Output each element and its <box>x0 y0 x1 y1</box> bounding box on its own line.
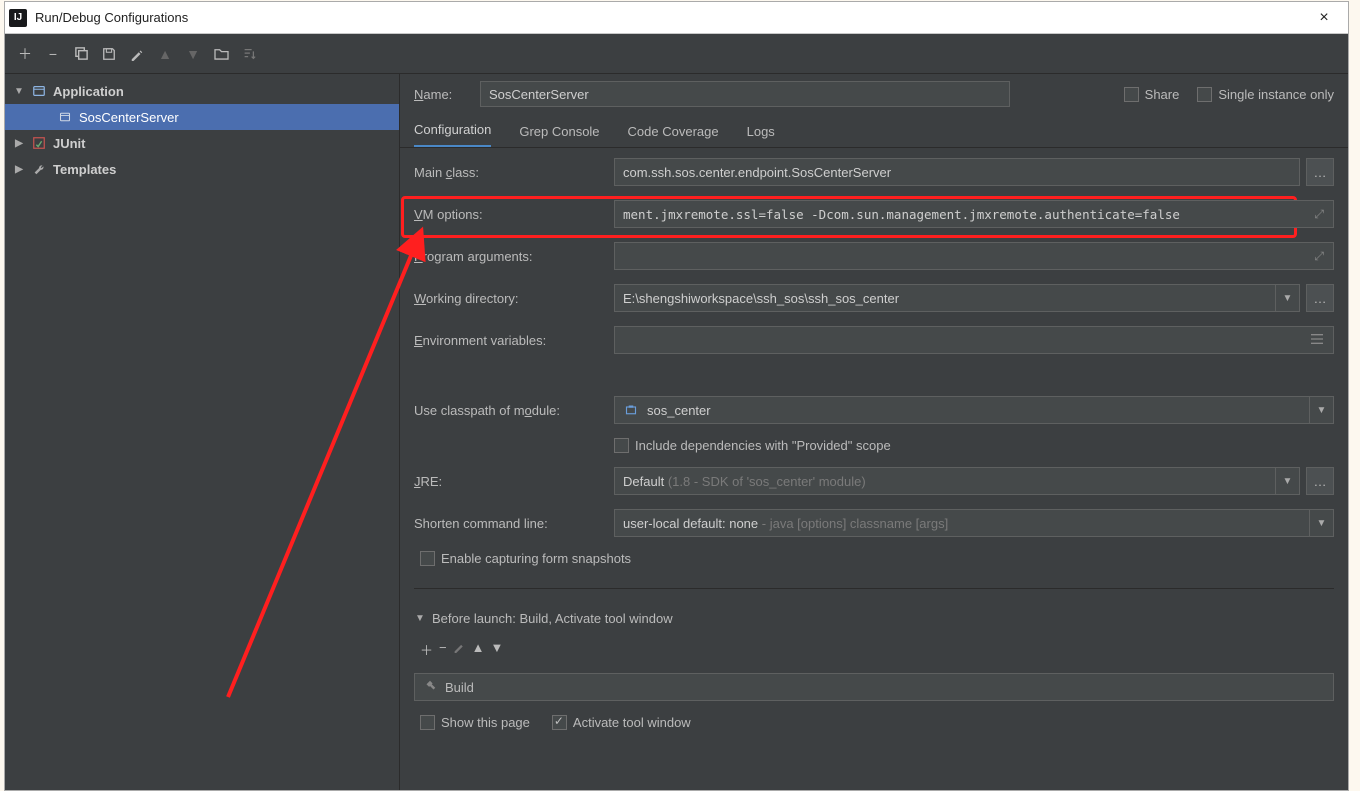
config-tree: ▼ Application SosCenterServer ▶ <box>5 74 400 790</box>
vm-options-row: VM options: ⤢ <box>414 200 1334 228</box>
divider <box>414 588 1334 589</box>
close-button[interactable]: × <box>1304 4 1344 32</box>
name-input[interactable] <box>480 81 1010 107</box>
move-up-button[interactable]: ▲ <box>153 42 177 66</box>
name-row: Name: Share Single instance only <box>400 74 1348 114</box>
name-label: Name: <box>414 87 468 102</box>
enable-snapshots-checkbox[interactable]: Enable capturing form snapshots <box>420 551 631 566</box>
classpath-module-label: Use classpath of module: <box>414 403 604 418</box>
configuration-form: Main class: … VM options: ⤢ <box>400 148 1348 740</box>
tree-label: Application <box>53 84 124 99</box>
dialog-window: IJ Run/Debug Configurations × ＋ − ▲ ▼ <box>5 2 1348 790</box>
enable-snapshots-row: Enable capturing form snapshots <box>414 551 1334 566</box>
main-class-row: Main class: … <box>414 158 1334 186</box>
application-type-icon <box>31 83 47 99</box>
right-panel: Name: Share Single instance only Configu… <box>400 74 1348 790</box>
hammer-icon <box>423 679 437 696</box>
dialog-content: ＋ − ▲ ▼ ▼ <box>5 34 1348 790</box>
bl-checkbox-row: Show this page Activate tool window <box>414 715 1334 730</box>
vm-options-label: VM options: <box>414 207 604 222</box>
working-directory-label: Working directory: <box>414 291 604 306</box>
tree-node-soscenterserver[interactable]: SosCenterServer <box>5 104 399 130</box>
jre-label: JRE: <box>414 474 604 489</box>
program-arguments-label: Program arguments: <box>414 249 604 264</box>
chevron-down-icon: ▼ <box>1275 468 1299 494</box>
titlebar-title: Run/Debug Configurations <box>35 10 1304 25</box>
share-checkbox[interactable]: Share <box>1124 87 1180 102</box>
working-directory-input[interactable]: E:\shengshiworkspace\ssh_sos\ssh_sos_cen… <box>614 284 1300 312</box>
include-provided-checkbox[interactable]: Include dependencies with "Provided" sco… <box>614 438 891 453</box>
tree-node-templates[interactable]: ▶ Templates <box>5 156 399 182</box>
environment-variables-label: Environment variables: <box>414 333 604 348</box>
bl-remove-button[interactable]: − <box>439 640 447 659</box>
tree-node-junit[interactable]: ▶ JUnit <box>5 130 399 156</box>
browse-jre-button[interactable]: … <box>1306 467 1334 495</box>
remove-config-button[interactable]: − <box>41 42 65 66</box>
before-launch-toolbar: ＋ − ▲ ▼ <box>414 640 1334 659</box>
bl-add-button[interactable]: ＋ <box>420 640 433 659</box>
chevron-down-icon: ▼ <box>1309 510 1333 536</box>
bl-up-button[interactable]: ▲ <box>472 640 485 659</box>
main-split: ▼ Application SosCenterServer ▶ <box>5 74 1348 790</box>
jre-combo[interactable]: Default (1.8 - SDK of 'sos_center' modul… <box>614 467 1300 495</box>
main-class-input[interactable] <box>614 158 1300 186</box>
run-config-icon <box>57 109 73 125</box>
tab-logs[interactable]: Logs <box>747 124 775 147</box>
vm-options-input[interactable] <box>614 200 1334 228</box>
tree-label: Templates <box>53 162 116 177</box>
add-config-button[interactable]: ＋ <box>13 42 37 66</box>
wrench-icon <box>31 161 47 177</box>
intellij-app-icon: IJ <box>9 9 27 27</box>
tab-grep-console[interactable]: Grep Console <box>519 124 599 147</box>
folder-button[interactable] <box>209 42 233 66</box>
save-config-button[interactable] <box>97 42 121 66</box>
shorten-command-combo[interactable]: user-local default: none - java [options… <box>614 509 1334 537</box>
shorten-command-label: Shorten command line: <box>414 516 604 531</box>
single-instance-checkbox[interactable]: Single instance only <box>1197 87 1334 102</box>
program-args-row: Program arguments: ⤢ <box>414 242 1334 270</box>
tabs: Configuration Grep Console Code Coverage… <box>400 114 1348 148</box>
caret-down-icon: ▼ <box>414 613 426 625</box>
titlebar: IJ Run/Debug Configurations × <box>5 2 1348 34</box>
tab-code-coverage[interactable]: Code Coverage <box>628 124 719 147</box>
bl-down-button[interactable]: ▼ <box>490 640 503 659</box>
browse-main-class-button[interactable]: … <box>1306 158 1334 186</box>
main-class-label: Main class: <box>414 165 604 180</box>
caret-right-icon: ▶ <box>13 163 25 175</box>
browse-working-dir-button[interactable]: … <box>1306 284 1334 312</box>
tree-node-application[interactable]: ▼ Application <box>5 78 399 104</box>
tab-configuration[interactable]: Configuration <box>414 122 491 147</box>
program-arguments-input[interactable] <box>614 242 1334 270</box>
chevron-down-icon: ▼ <box>1309 397 1333 423</box>
classpath-row: Use classpath of module: sos_center ▼ <box>414 396 1334 424</box>
chevron-down-icon: ▼ <box>1275 285 1299 311</box>
module-icon <box>623 402 639 418</box>
settings-config-button[interactable] <box>125 42 149 66</box>
bl-edit-button[interactable] <box>453 640 466 659</box>
move-down-button[interactable]: ▼ <box>181 42 205 66</box>
caret-right-icon: ▶ <box>13 137 25 149</box>
sidebar-toolbar: ＋ − ▲ ▼ <box>5 34 1348 74</box>
sort-button[interactable] <box>237 42 261 66</box>
before-launch-list-item[interactable]: Build <box>414 673 1334 701</box>
classpath-module-combo[interactable]: sos_center ▼ <box>614 396 1334 424</box>
before-launch-header[interactable]: ▼ Before launch: Build, Activate tool wi… <box>414 611 1334 626</box>
shorten-row: Shorten command line: user-local default… <box>414 509 1334 537</box>
copy-config-button[interactable] <box>69 42 93 66</box>
caret-down-icon: ▼ <box>13 85 25 97</box>
working-dir-row: Working directory: E:\shengshiworkspace\… <box>414 284 1334 312</box>
tree-label: SosCenterServer <box>79 110 179 125</box>
show-this-page-checkbox[interactable]: Show this page <box>420 715 530 730</box>
junit-icon <box>31 135 47 151</box>
env-vars-row: Environment variables: <box>414 326 1334 354</box>
environment-variables-input[interactable] <box>614 326 1334 354</box>
include-provided-row: Include dependencies with "Provided" sco… <box>414 438 1334 453</box>
jre-row: JRE: Default (1.8 - SDK of 'sos_center' … <box>414 467 1334 495</box>
activate-tool-window-checkbox[interactable]: Activate tool window <box>552 715 691 730</box>
tree-label: JUnit <box>53 136 86 151</box>
